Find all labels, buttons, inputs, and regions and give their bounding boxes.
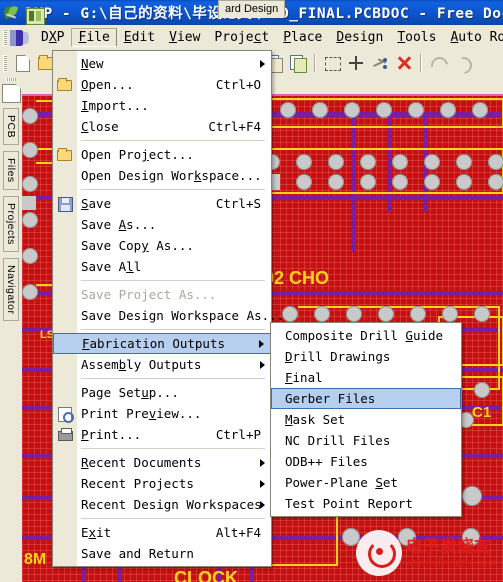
submenu-arrow-icon	[260, 360, 265, 369]
file-menu-item-fabrication-outputs[interactable]: Fabrication Outputs	[53, 333, 271, 354]
file-menu-item-recent-design-workspaces[interactable]: Recent Design Workspaces	[53, 494, 271, 515]
move-icon[interactable]	[345, 52, 367, 74]
menu-separator	[81, 189, 265, 190]
menu-tools[interactable]: Tools	[390, 28, 443, 47]
select-area-icon[interactable]	[321, 52, 343, 74]
file-menu-item-recent-projects[interactable]: Recent Projects	[53, 473, 271, 494]
print-preview-icon	[56, 405, 74, 423]
menu-place[interactable]: Place	[276, 28, 329, 47]
fab-menu-item-odb-files[interactable]: ODB++ Files	[271, 451, 461, 472]
save-disk-icon	[56, 195, 73, 212]
menu-separator	[81, 280, 265, 281]
menu-separator	[81, 140, 265, 141]
folder-open-icon	[56, 76, 73, 93]
file-menu-item-save-all[interactable]: Save All	[53, 256, 271, 277]
submenu-arrow-icon	[260, 500, 265, 509]
file-menu-item-assembly-outputs[interactable]: Assembly Outputs	[53, 354, 271, 375]
file-menu-item-save-design-workspace-as[interactable]: Save Design Workspace As...	[53, 305, 284, 326]
file-menu-item-open-project[interactable]: Open Project...	[53, 144, 271, 165]
fab-menu-item-final[interactable]: Final	[271, 367, 461, 388]
silkscreen-designator: CLOCK	[174, 568, 238, 582]
file-menu-item-print[interactable]: Print... Ctrl+P	[53, 424, 271, 445]
fab-menu-item-mask-set[interactable]: Mask Set	[271, 409, 461, 430]
menu-separator	[81, 378, 265, 379]
file-menu-item-save-as[interactable]: Save As...	[53, 214, 271, 235]
menu-separator	[81, 329, 265, 330]
menu-view[interactable]: View	[162, 28, 207, 47]
menu-edit[interactable]: Edit	[117, 28, 162, 47]
fab-menu-item-composite-drill-guide[interactable]: Composite Drill Guide	[271, 325, 461, 346]
printer-icon	[56, 426, 73, 443]
watermark: 电子发烧友 www.elecfans.com	[355, 530, 497, 576]
file-menu-item-import[interactable]: Import...	[53, 95, 271, 116]
fab-menu-item-gerber-files[interactable]: Gerber Files	[271, 388, 461, 409]
submenu-arrow-icon	[260, 458, 265, 467]
file-menu-item-page-setup[interactable]: Page Setup...	[53, 382, 271, 403]
sidebar-item-files[interactable]: Files	[3, 151, 19, 190]
file-menu-dropdown[interactable]: New Open... Ctrl+O Import... Close Ctrl+F4 Ope…	[52, 50, 284, 567]
redo-icon[interactable]	[451, 52, 476, 78]
fab-menu-item-power-plane-set[interactable]: Power-Plane Set	[271, 472, 461, 493]
paste-special-icon[interactable]	[287, 52, 309, 74]
menu-dxp[interactable]: DXP	[34, 28, 71, 47]
fabrication-outputs-submenu[interactable]: Composite Drill Guide Drill Drawings Final…	[270, 322, 462, 517]
menu-shortcut: Ctrl+F4	[208, 119, 261, 134]
sidebar-item-navigator[interactable]: Navigator	[3, 257, 19, 322]
undo-icon[interactable]	[427, 52, 452, 78]
toolbar-grip[interactable]	[3, 54, 7, 72]
file-menu-item-close[interactable]: Close Ctrl+F4	[53, 116, 271, 137]
sidebar-item-pcb[interactable]: PCB	[3, 108, 19, 146]
fab-menu-item-nc-drill-files[interactable]: NC Drill Files	[271, 430, 461, 451]
file-menu-item-new[interactable]: New	[53, 53, 271, 74]
watermark-brand: 电子发烧友	[405, 536, 491, 556]
panel-rail-grip[interactable]	[6, 78, 16, 81]
menubar-grip[interactable]	[3, 29, 7, 46]
menu-design[interactable]: Design	[329, 28, 390, 47]
document-icon	[1, 84, 21, 103]
file-menu-item-save[interactable]: Save Ctrl+S	[53, 193, 271, 214]
document-tab-board-design[interactable]: ard Design	[218, 0, 286, 18]
fab-menu-item-drill-drawings[interactable]: Drill Drawings	[271, 346, 461, 367]
altium-designer-window: DXP - G:\自己的资料\毕设论文\CCD_FINAL.PCBDOC - F…	[0, 0, 503, 582]
pcb-library-icon[interactable]	[26, 8, 45, 25]
file-menu-item-print-preview[interactable]: Print Preview...	[53, 403, 271, 424]
file-menu-item-save-project-as: Save Project As...	[81, 287, 217, 302]
toolbar-separator	[314, 54, 316, 72]
dxp-logo-icon	[10, 29, 30, 47]
menu-bar: DXP File Edit View Project Place Design …	[0, 25, 503, 51]
clear-filter-icon[interactable]	[393, 52, 415, 74]
submenu-arrow-icon	[260, 59, 265, 68]
menu-project[interactable]: Project	[207, 28, 276, 47]
submenu-arrow-icon	[259, 339, 264, 348]
elecfans-logo-icon	[355, 530, 402, 576]
file-menu-item-save-copy-as[interactable]: Save Copy As...	[53, 235, 271, 256]
menu-shortcut: Ctrl+P	[215, 427, 261, 442]
menu-shortcut: Ctrl+O	[215, 77, 261, 92]
panel-rail: PCB Files Projects Navigator	[0, 76, 22, 582]
file-menu-item-exit[interactable]: Exit Alt+F4	[53, 522, 271, 543]
silkscreen-designator: 8M	[24, 551, 47, 568]
menu-shortcut: Ctrl+S	[215, 196, 261, 211]
fab-menu-item-test-point-report[interactable]: Test Point Report	[271, 493, 461, 514]
file-menu-item-save-and-return[interactable]: Save and Return	[53, 543, 271, 564]
new-document-icon[interactable]	[11, 52, 33, 74]
submenu-arrow-icon	[260, 479, 265, 488]
sidebar-item-projects[interactable]: Projects	[3, 195, 19, 252]
menu-separator	[81, 518, 265, 519]
toolbar-separator-2	[420, 54, 422, 72]
menu-separator	[81, 448, 265, 449]
menu-file[interactable]: File	[71, 28, 117, 47]
net-icon[interactable]	[369, 52, 391, 74]
watermark-url: www.elecfans.com	[405, 556, 497, 569]
file-menu-item-open[interactable]: Open... Ctrl+O	[53, 74, 271, 95]
silkscreen-designator: C1	[472, 404, 492, 421]
file-menu-item-open-design-workspace[interactable]: Open Design Workspace...	[53, 165, 271, 186]
menu-auto-route[interactable]: Auto Route	[443, 28, 503, 47]
menu-shortcut: Alt+F4	[215, 525, 261, 540]
folder-project-icon	[56, 146, 73, 163]
altium-leaf-icon	[2, 4, 20, 21]
file-menu-item-recent-documents[interactable]: Recent Documents	[53, 452, 271, 473]
